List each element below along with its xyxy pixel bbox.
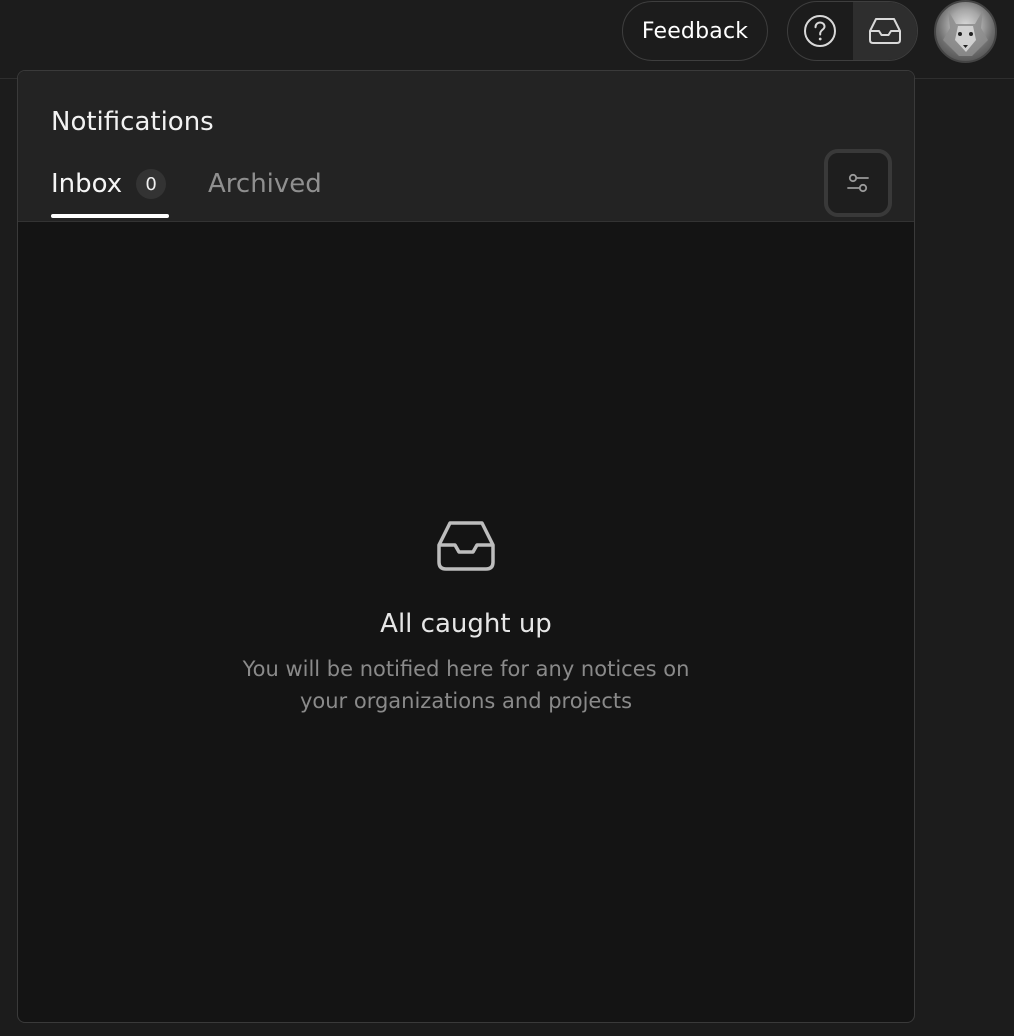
panel-title: Notifications bbox=[51, 107, 214, 137]
active-tab-indicator bbox=[51, 214, 169, 218]
help-circle-icon bbox=[804, 15, 837, 47]
top-bar: Feedback bbox=[0, 0, 1014, 79]
feedback-button[interactable]: Feedback bbox=[622, 1, 768, 61]
tab-archived-label: Archived bbox=[208, 169, 322, 199]
tab-archived[interactable]: Archived bbox=[208, 167, 322, 201]
empty-state: All caught up You will be notified here … bbox=[18, 519, 914, 717]
inbox-icon bbox=[868, 18, 901, 44]
help-button[interactable] bbox=[788, 2, 853, 60]
notifications-panel: Notifications Inbox 0 Archived All caugh… bbox=[17, 70, 915, 1023]
inbox-button[interactable] bbox=[852, 2, 917, 60]
empty-state-title: All caught up bbox=[380, 609, 552, 639]
inbox-icon bbox=[437, 521, 495, 571]
notification-filter-button[interactable] bbox=[824, 149, 892, 217]
sliders-icon bbox=[847, 173, 869, 193]
wolf-avatar-image bbox=[943, 10, 988, 56]
notifications-header: Notifications Inbox 0 Archived bbox=[18, 71, 914, 222]
tab-inbox[interactable]: Inbox 0 bbox=[51, 167, 167, 201]
user-avatar[interactable] bbox=[934, 0, 997, 63]
tab-inbox-label: Inbox bbox=[51, 169, 123, 199]
header-icon-group bbox=[787, 1, 918, 61]
inbox-count-badge: 0 bbox=[136, 169, 167, 199]
empty-state-description: You will be notified here for any notice… bbox=[242, 657, 690, 713]
